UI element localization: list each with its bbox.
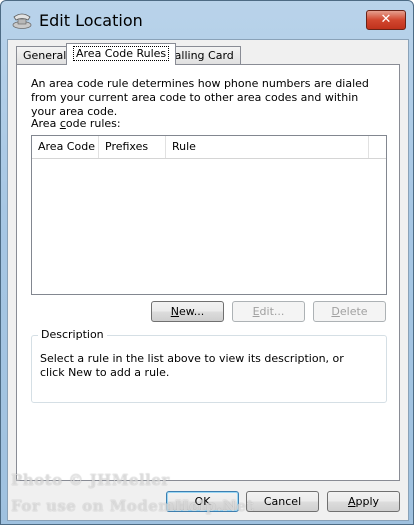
column-header-rule[interactable]: Rule <box>166 136 369 158</box>
delete-label-rest: elete <box>339 305 368 318</box>
description-group: Description Select a rule in the list ab… <box>31 328 387 403</box>
tab-panel-area-code-rules: An area code rule determines how phone n… <box>16 64 400 481</box>
new-mnemonic: N <box>170 305 179 318</box>
dialog-client-area: General Area Code Rules Calling Card An … <box>7 39 409 521</box>
rules-label-suffix: ode rules: <box>65 117 121 130</box>
tab-general-label: General <box>23 49 67 62</box>
new-rule-button[interactable]: New... <box>151 301 224 322</box>
column-header-area-code[interactable]: Area Code <box>32 136 99 158</box>
tab-general[interactable]: General <box>16 46 74 64</box>
description-title: Description <box>38 328 107 341</box>
rules-label-prefix: Area <box>31 117 60 130</box>
telephone-icon <box>12 13 32 29</box>
area-code-rules-list[interactable]: Area Code Prefixes Rule <box>31 135 387 295</box>
intro-text: An area code rule determines how phone n… <box>31 77 369 118</box>
edit-label-rest: dit... <box>259 305 285 318</box>
tab-calling-card-label: Calling Card <box>167 49 234 62</box>
list-header: Area Code Prefixes Rule <box>32 136 386 159</box>
cancel-button[interactable]: Cancel <box>246 491 319 512</box>
description-text: Select a rule in the list above to view … <box>40 352 344 379</box>
apply-label-rest: pply <box>355 495 380 508</box>
new-label-rest: ew... <box>178 305 205 318</box>
apply-button[interactable]: Apply <box>327 491 400 512</box>
delete-rule-button[interactable]: Delete <box>313 301 386 322</box>
apply-mnemonic: A <box>347 495 356 508</box>
watermark-line-2: For use on ModemHelp.Net <box>11 497 255 515</box>
delete-mnemonic: D <box>331 305 340 318</box>
area-code-rules-label: Area code rules: <box>31 117 121 130</box>
close-button[interactable]: ✕ <box>366 10 406 30</box>
window-title: Edit Location <box>39 11 143 30</box>
tab-area-code-rules[interactable]: Area Code Rules <box>66 43 177 65</box>
column-header-prefixes[interactable]: Prefixes <box>99 136 166 158</box>
edit-mnemonic: E <box>252 305 260 318</box>
watermark-line-1: Photo © JHMeller <box>11 471 170 489</box>
edit-rule-button[interactable]: Edit... <box>232 301 305 322</box>
title-bar[interactable]: Edit Location ✕ <box>1 1 413 39</box>
dialog-window: Edit Location ✕ General Area Code Rules … <box>0 0 414 525</box>
tab-area-code-rules-label: Area Code Rules <box>73 46 170 61</box>
